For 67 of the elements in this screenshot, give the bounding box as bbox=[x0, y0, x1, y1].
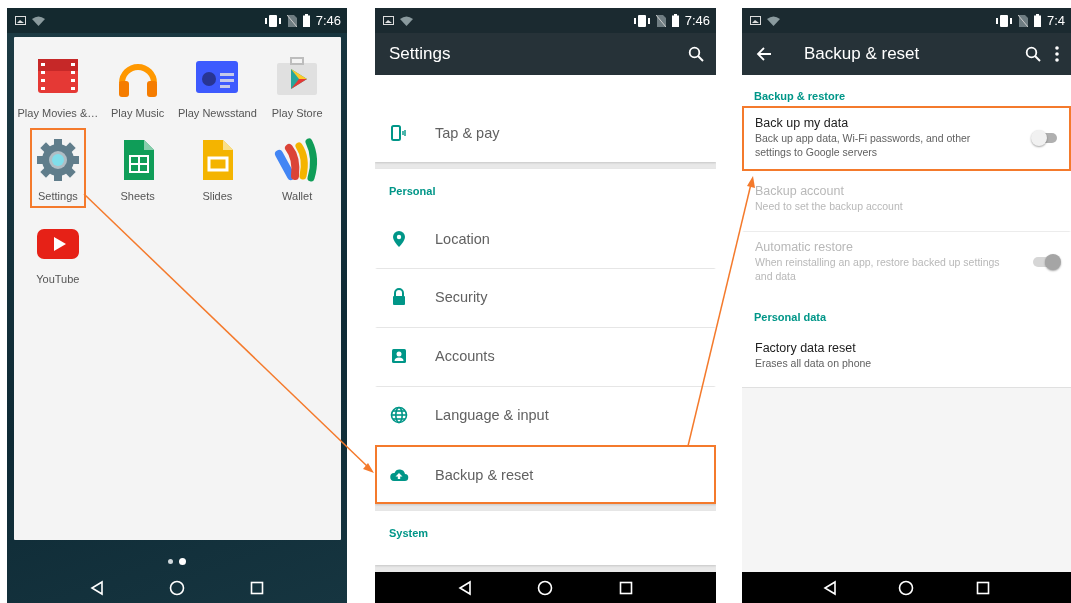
vibrate-icon bbox=[264, 14, 281, 27]
wifi-icon bbox=[400, 15, 413, 26]
status-time: 7:46 bbox=[315, 13, 341, 28]
phone-icon bbox=[389, 122, 409, 143]
search-icon[interactable] bbox=[1025, 46, 1041, 62]
wifi-icon bbox=[767, 15, 780, 26]
preference-title: Back up my data bbox=[755, 116, 850, 130]
app-shortcut[interactable]: Wallet bbox=[260, 128, 335, 208]
app-bar-title: Settings bbox=[389, 44, 452, 64]
no-sim-icon bbox=[1017, 14, 1028, 27]
app-shortcut[interactable]: Sheets bbox=[100, 128, 175, 208]
settings-item[interactable]: Language & input bbox=[375, 386, 716, 445]
status-time: 7:4 bbox=[1046, 13, 1065, 28]
app-shortcut[interactable]: Slides bbox=[180, 128, 255, 208]
home-icon[interactable] bbox=[169, 579, 185, 596]
preference-item[interactable]: Factory data reset Erases all data on phone bbox=[742, 326, 1071, 387]
app-shortcut[interactable]: Play Music bbox=[100, 45, 175, 125]
preference-title: Backup account bbox=[755, 184, 845, 199]
no-sim-icon bbox=[655, 14, 666, 27]
vibrate-icon bbox=[995, 14, 1012, 27]
preference-summary: Back up app data, Wi-Fi passwords, and other settings to Google servers bbox=[755, 132, 972, 160]
recents-icon[interactable] bbox=[974, 579, 991, 596]
recents-icon[interactable] bbox=[249, 579, 265, 596]
app-shortcut[interactable]: YouTube bbox=[20, 211, 95, 291]
page-dot[interactable] bbox=[179, 557, 186, 565]
wifi-icon bbox=[32, 15, 45, 26]
image-icon bbox=[383, 16, 394, 25]
home-icon[interactable] bbox=[898, 579, 915, 596]
globe-icon bbox=[389, 405, 409, 425]
preference-title: Automatic restore bbox=[755, 240, 854, 255]
more-icon[interactable] bbox=[1055, 46, 1059, 62]
app-shortcut[interactable]: Play Movies &… bbox=[20, 45, 95, 125]
recents-icon[interactable] bbox=[617, 579, 634, 596]
back-arrow-icon[interactable] bbox=[756, 46, 772, 62]
battery-icon bbox=[1033, 14, 1041, 27]
status-time: 7:46 bbox=[684, 13, 710, 28]
back-icon[interactable] bbox=[89, 579, 105, 596]
settings-item[interactable]: Backup & reset bbox=[375, 445, 716, 504]
settings-item[interactable]: Accounts bbox=[375, 327, 716, 386]
vibrate-icon bbox=[633, 14, 650, 27]
app-shortcut[interactable]: Settings bbox=[29, 128, 86, 208]
preference-item[interactable]: Back up my data Back up app data, Wi-Fi passwords, and other settings to Google servers bbox=[742, 106, 1071, 172]
section-header: System bbox=[388, 526, 430, 541]
section-header: Personal data bbox=[753, 309, 828, 325]
image-icon bbox=[15, 16, 26, 25]
back-icon[interactable] bbox=[457, 579, 474, 596]
search-icon[interactable] bbox=[688, 46, 704, 62]
settings-item[interactable]: Location bbox=[375, 209, 716, 268]
account-card-icon bbox=[389, 346, 409, 366]
settings-item[interactable]: Security bbox=[375, 268, 716, 327]
preference-summary: When reinstalling an app, restore backed up settings and data bbox=[755, 256, 1000, 284]
section-header: Backup & restore bbox=[753, 89, 847, 104]
toggle-switch[interactable] bbox=[1033, 130, 1059, 145]
page-dot[interactable] bbox=[168, 558, 173, 564]
app-shortcut[interactable]: Play Newsstand bbox=[180, 45, 255, 125]
back-icon[interactable] bbox=[822, 579, 839, 596]
battery-icon bbox=[302, 14, 310, 27]
app-shortcut[interactable]: Play Store bbox=[260, 45, 335, 125]
battery-icon bbox=[671, 14, 679, 27]
home-icon[interactable] bbox=[537, 579, 554, 596]
app-bar-title: Backup & reset bbox=[804, 44, 921, 64]
preference-summary: Need to set the backup account bbox=[755, 200, 904, 215]
no-sim-icon bbox=[286, 14, 297, 27]
image-icon bbox=[750, 16, 761, 25]
preference-title: Factory data reset bbox=[755, 340, 857, 355]
section-header: Personal bbox=[388, 184, 437, 199]
preference-summary: Erases all data on phone bbox=[755, 356, 873, 371]
